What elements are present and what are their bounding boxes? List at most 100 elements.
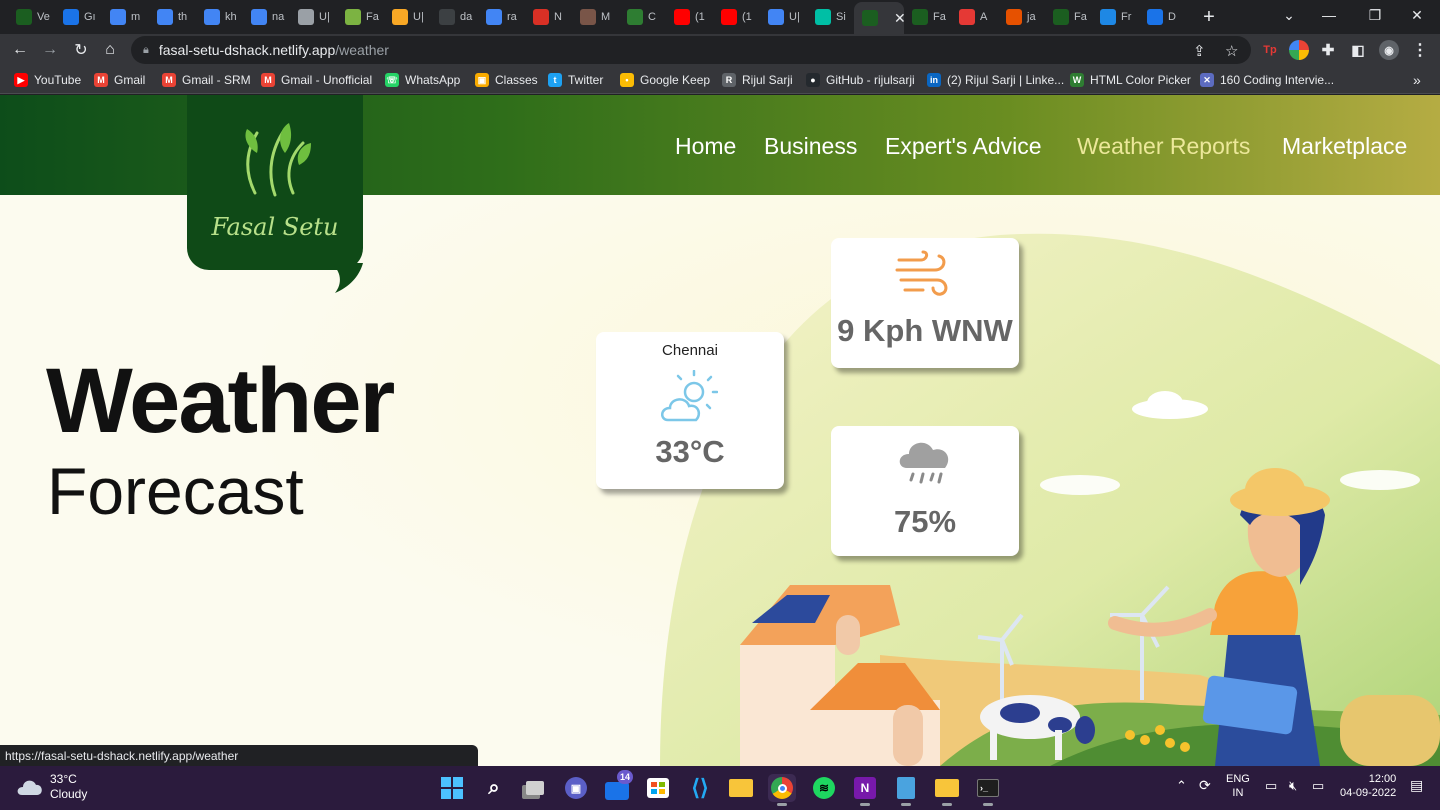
browser-tab[interactable]: (1 — [666, 4, 713, 30]
browser-tab[interactable]: U| — [384, 4, 431, 30]
browser-tab[interactable]: Fa — [1045, 4, 1092, 30]
clock[interactable]: 12:00 04-09-2022 — [1340, 772, 1396, 800]
notifications-icon[interactable]: ▤ — [1410, 778, 1423, 792]
tab-favicon-icon — [1006, 9, 1022, 25]
tab-title: (1 — [695, 11, 705, 23]
address-bar[interactable]: 🔒︎ fasal-setu-dshack.netlify.app/weather… — [131, 36, 1251, 64]
tab-title: D — [1168, 11, 1176, 23]
browser-tab[interactable]: C — [619, 4, 666, 30]
task-view-icon[interactable] — [521, 774, 549, 802]
browser-tab[interactable]: M — [572, 4, 619, 30]
sync-icon[interactable]: ⟳ — [1199, 778, 1211, 792]
bookmark-item[interactable]: t Twitter — [548, 71, 603, 89]
browser-tab[interactable]: th — [149, 4, 196, 30]
tray-overflow-icon[interactable]: ⌃ — [1176, 779, 1187, 793]
page-viewport: Weather Forecast Chennai 33°C 9 Kph WNW … — [0, 95, 1440, 766]
chrome-taskbar-icon[interactable] — [768, 774, 796, 806]
bookmark-item[interactable]: ● GitHub - rijulsarji — [806, 71, 915, 89]
display-icon[interactable]: ▭ — [1265, 779, 1277, 793]
vscode-icon[interactable]: ⟨⟩ — [686, 774, 714, 802]
bookmark-item[interactable]: ✕ 160 Coding Intervie... — [1200, 71, 1334, 89]
tab-title: M — [601, 11, 611, 23]
bookmark-item[interactable]: M Gmail - SRM — [162, 71, 251, 89]
color-extension-icon[interactable] — [1289, 40, 1309, 60]
forward-icon[interactable]: → — [38, 38, 62, 62]
tab-favicon-icon — [815, 9, 831, 25]
folder-icon[interactable] — [933, 774, 961, 806]
bookmark-item[interactable]: ▣ Classes — [475, 71, 538, 89]
browser-tab[interactable]: Fa — [904, 4, 951, 30]
clock-time: 12:00 — [1368, 773, 1397, 785]
extensions-puzzle-icon[interactable]: ✚ — [1318, 40, 1338, 60]
back-icon[interactable]: ← — [8, 38, 32, 62]
browser-tab[interactable]: Fr — [1092, 4, 1139, 30]
browser-tab[interactable]: ja — [998, 4, 1045, 30]
browser-tab[interactable]: m — [102, 4, 149, 30]
more-bookmarks-icon[interactable]: » — [1413, 71, 1421, 89]
home-icon[interactable]: ⌂ — [98, 38, 122, 62]
bookmark-item[interactable]: W HTML Color Picker — [1070, 71, 1191, 89]
onenote-icon[interactable]: N — [851, 774, 879, 806]
start-icon[interactable] — [438, 774, 466, 802]
volume-muted-icon[interactable]: 🔇︎ — [1289, 779, 1297, 793]
profile-avatar[interactable]: ◉ — [1379, 40, 1399, 60]
browser-tab[interactable]: kh — [196, 4, 243, 30]
chat-teams-icon[interactable]: ▣ — [562, 774, 590, 802]
bookmark-item[interactable]: M Gmail - Unofficial — [261, 71, 372, 89]
reload-icon[interactable]: ↻ — [69, 38, 93, 62]
mail-icon[interactable]: 14 — [603, 770, 633, 802]
nav-home[interactable]: Home — [675, 133, 736, 160]
bookmark-favicon-icon: W — [1070, 73, 1084, 87]
menu-kebab-icon[interactable]: ⋮ — [1410, 40, 1430, 60]
bookmark-item[interactable]: R Rijul Sarji — [722, 71, 793, 89]
restore-icon[interactable]: ❐ — [1352, 0, 1398, 30]
nav-experts-advice[interactable]: Expert's Advice — [885, 133, 1042, 160]
tab-title: Fr — [1121, 11, 1132, 23]
browser-tab[interactable]: D — [1139, 4, 1186, 30]
browser-tab[interactable]: da — [431, 4, 478, 30]
bookmark-item[interactable]: ▶ YouTube — [14, 71, 81, 89]
browser-tab[interactable]: ra — [478, 4, 525, 30]
nav-marketplace[interactable]: Marketplace — [1282, 133, 1407, 160]
site-logo[interactable]: Fasal Setu — [187, 95, 363, 293]
terminal-icon[interactable]: ›_ — [974, 774, 1002, 806]
bookmark-item[interactable]: • Google Keep — [620, 71, 710, 89]
browser-tab[interactable]: ✕ — [854, 2, 904, 34]
nav-weather-reports[interactable]: Weather Reports — [1077, 133, 1250, 160]
browser-tab[interactable]: Gı — [55, 4, 102, 30]
browser-tab[interactable]: U| — [760, 4, 807, 30]
bookmark-item[interactable]: in (2) Rijul Sarji | Linke... — [927, 71, 1064, 89]
tab-favicon-icon — [251, 9, 267, 25]
browser-tab[interactable]: Si — [807, 4, 854, 30]
nav-business[interactable]: Business — [764, 133, 857, 160]
bookmark-item[interactable]: ☏ WhatsApp — [385, 71, 460, 89]
browser-tab[interactable]: Fa — [337, 4, 384, 30]
browser-tab[interactable]: (1 — [713, 4, 760, 30]
browser-tab[interactable]: U| — [290, 4, 337, 30]
language-indicator[interactable]: ENG IN — [1226, 772, 1250, 800]
browser-tab[interactable]: na — [243, 4, 290, 30]
search-icon[interactable]: ⌕ — [480, 774, 508, 802]
share-icon[interactable]: ⇪ — [1193, 42, 1206, 60]
battery-icon[interactable]: ▭ — [1312, 779, 1324, 793]
spotify-icon[interactable]: ≋ — [810, 774, 838, 802]
side-panel-icon[interactable]: ◧ — [1348, 40, 1368, 60]
tab-favicon-icon — [674, 9, 690, 25]
close-window-icon[interactable]: ✕ — [1394, 0, 1440, 30]
browser-tab[interactable]: N — [525, 4, 572, 30]
browser-tab[interactable]: Ve — [8, 4, 55, 30]
bookmark-item[interactable]: M Gmail — [94, 71, 145, 89]
tab-close-icon[interactable]: ✕ — [894, 10, 904, 27]
browser-tab[interactable]: A — [951, 4, 998, 30]
bookmark-label: Classes — [495, 73, 538, 87]
minimize-icon[interactable]: — — [1306, 0, 1352, 30]
tab-title: m — [131, 11, 141, 23]
file-explorer-icon[interactable] — [727, 774, 755, 802]
bookmark-star-icon[interactable]: ☆ — [1225, 42, 1238, 60]
taskbar-weather-widget[interactable]: 33°C Cloudy — [16, 772, 87, 802]
tab-title: ra — [507, 11, 517, 23]
tp-extension-icon[interactable]: Tp — [1260, 40, 1280, 60]
store-icon[interactable] — [644, 774, 672, 802]
new-tab-button[interactable]: + — [1197, 5, 1221, 29]
notepad-icon[interactable] — [892, 774, 920, 806]
